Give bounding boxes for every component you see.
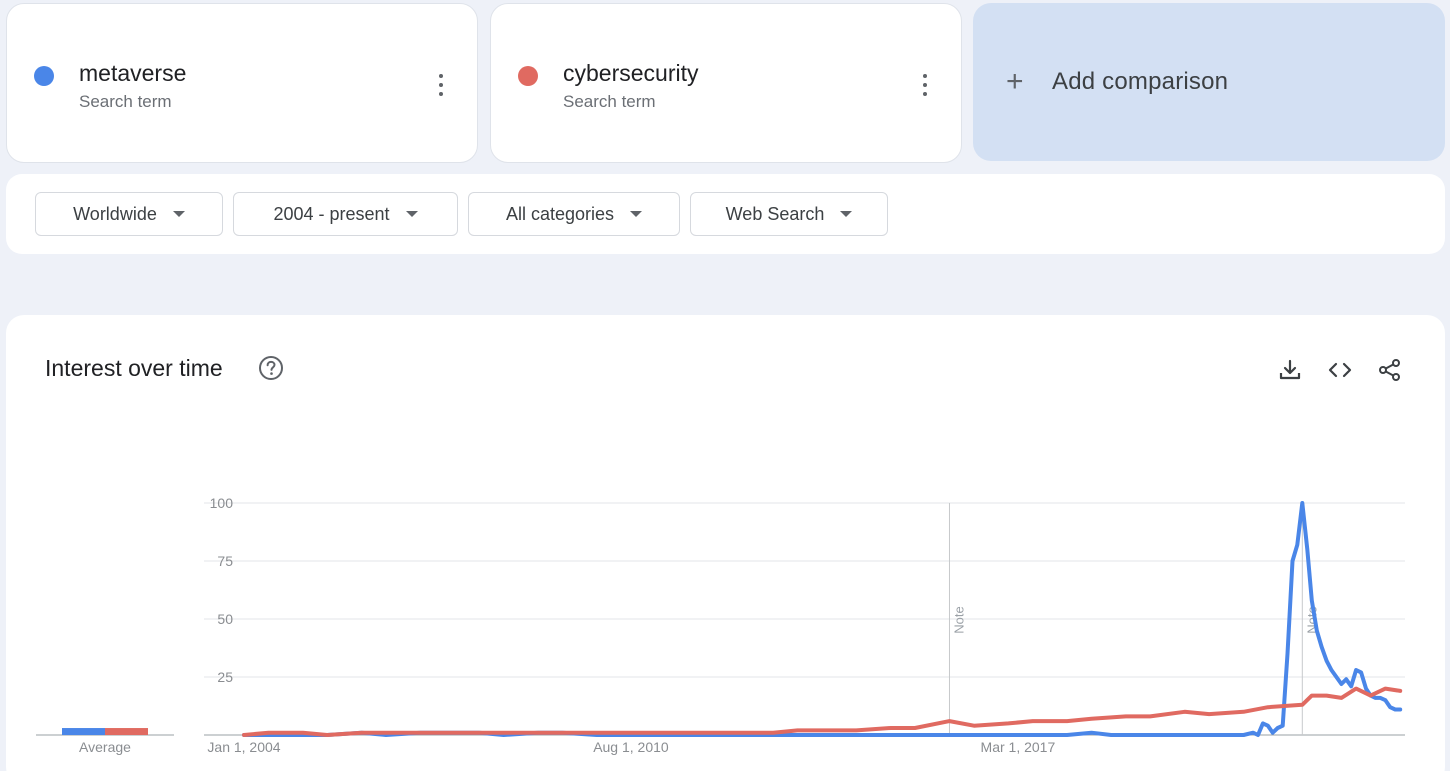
average-bar-cybersecurity [105,728,148,735]
x-tick-label: Jan 1, 2004 [207,739,280,755]
y-tick-label: 25 [217,669,233,685]
note-label: Note [951,606,966,633]
y-tick-label: 75 [217,553,233,569]
interest-chart: 255075100Note NoteJan 1, 2004 Aug 1, 2010 M… [36,495,1405,755]
x-tick-label: Mar 1, 2017 [981,739,1056,755]
average-label: Average [79,739,131,755]
average-bar-metaverse [62,728,105,735]
x-tick-label: Aug 1, 2010 [593,739,669,755]
y-tick-label: 50 [217,611,233,627]
series-line-cybersecurity [242,686,1403,737]
y-tick-label: 100 [210,495,234,511]
